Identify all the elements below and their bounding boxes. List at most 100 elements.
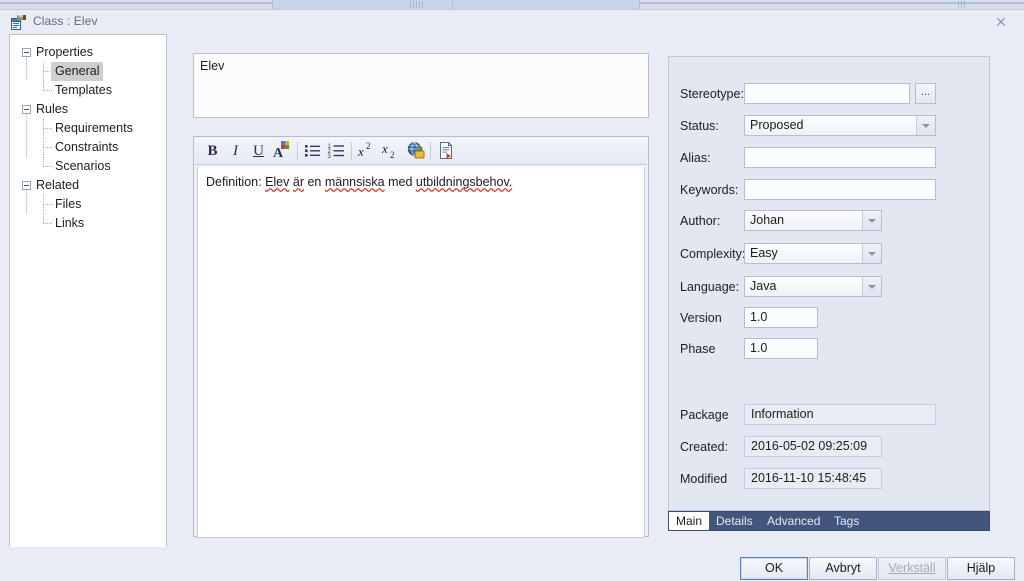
chevron-down-icon[interactable] xyxy=(916,116,935,135)
underline-icon[interactable]: U xyxy=(248,141,269,161)
notes-misspelled-word: utbildningsbehov. xyxy=(415,175,513,189)
class-diagram-icon xyxy=(11,15,27,30)
phase-label: Phase xyxy=(680,342,716,356)
status-dropdown[interactable]: Proposed xyxy=(744,115,936,136)
tree-connector xyxy=(43,147,53,148)
background-grip-icon xyxy=(410,1,424,8)
editor-toolbar: B I U A 1 2 3 x 2 x 2 xyxy=(195,138,647,165)
apply-button-label: Verkställ xyxy=(888,561,936,575)
tree-item-label: Requirements xyxy=(55,121,133,135)
stereotype-label: Stereotype: xyxy=(680,87,744,101)
properties-panel: Stereotype: ... Status: Proposed Alias: … xyxy=(668,56,990,511)
status-value: Proposed xyxy=(750,118,804,132)
tree-connector xyxy=(43,166,53,167)
tree-item-files[interactable]: Files xyxy=(10,195,166,214)
notes-misspelled-word: är xyxy=(292,175,304,189)
tree-item-properties[interactable]: Properties xyxy=(10,43,166,62)
chevron-down-icon[interactable] xyxy=(862,211,881,230)
dialog-titlebar: Class : Elev ✕ xyxy=(0,10,1024,34)
cancel-button[interactable]: Avbryt xyxy=(809,557,877,580)
tab-label: Main xyxy=(676,514,703,528)
tree-item-rules[interactable]: Rules xyxy=(10,100,166,119)
tab-tags[interactable]: Tags xyxy=(827,512,866,530)
dialog-title: Class : Elev xyxy=(33,14,98,28)
tab-details[interactable]: Details xyxy=(709,512,760,530)
language-dropdown[interactable]: Java xyxy=(744,276,882,297)
tree-item-related[interactable]: Related xyxy=(10,176,166,195)
tree-item-templates[interactable]: Templates xyxy=(10,81,166,100)
package-value: Information xyxy=(744,404,936,425)
author-dropdown[interactable]: Johan xyxy=(744,210,882,231)
collapse-icon[interactable] xyxy=(22,105,31,114)
class-name-field[interactable]: Elev xyxy=(193,53,649,118)
svg-text:2: 2 xyxy=(390,150,395,160)
notes-text-prefix: Definition: xyxy=(206,175,266,189)
keywords-label: Keywords: xyxy=(680,183,739,197)
dialog-footer: OK Avbryt Verkställ Hjälp xyxy=(0,547,1024,581)
status-label: Status: xyxy=(680,119,719,133)
navigation-tree-panel[interactable]: Properties General Templates Rules Requireme… xyxy=(9,34,167,548)
tree-connector xyxy=(26,57,27,81)
author-value: Johan xyxy=(750,213,785,227)
tab-main[interactable]: Main xyxy=(669,512,710,530)
keywords-input[interactable] xyxy=(744,179,936,200)
navigation-tree: Properties General Templates Rules Requireme… xyxy=(10,35,166,233)
toolbar-separator xyxy=(430,142,431,160)
modified-label: Modified xyxy=(680,472,728,486)
bullet-list-icon[interactable] xyxy=(302,141,323,161)
tree-item-links[interactable]: Links xyxy=(10,214,166,233)
subscript-icon[interactable]: x 2 xyxy=(381,141,402,161)
tab-label: Tags xyxy=(834,514,860,528)
version-label: Version xyxy=(680,311,722,325)
background-grip-icon xyxy=(958,1,966,8)
complexity-value: Easy xyxy=(750,246,778,260)
phase-input[interactable]: 1.0 xyxy=(744,338,818,359)
chevron-down-icon[interactable] xyxy=(862,244,881,263)
svg-text:x: x xyxy=(381,141,388,156)
notes-text-mid: en xyxy=(304,175,325,189)
toolbar-separator xyxy=(351,142,352,160)
numbered-list-icon[interactable]: 1 2 3 xyxy=(326,141,347,161)
font-color-icon[interactable]: A xyxy=(271,141,292,161)
tree-item-label: Scenarios xyxy=(55,159,111,173)
apply-button: Verkställ xyxy=(878,557,946,580)
tree-item-label: Files xyxy=(55,197,82,211)
collapse-icon[interactable] xyxy=(22,181,31,190)
tree-item-scenarios[interactable]: Scenarios xyxy=(10,157,166,176)
superscript-icon[interactable]: x 2 xyxy=(357,141,378,161)
tree-connector xyxy=(43,128,53,129)
bold-icon[interactable]: B xyxy=(202,141,223,161)
tab-advanced[interactable]: Advanced xyxy=(760,512,827,530)
screen: Class : Elev ✕ Properties General Template… xyxy=(0,0,1024,581)
alias-input[interactable] xyxy=(744,147,936,168)
tree-item-general[interactable]: General xyxy=(10,62,166,81)
insert-document-icon[interactable] xyxy=(436,141,457,161)
class-name-value: Elev xyxy=(200,59,225,73)
ok-button[interactable]: OK xyxy=(740,557,808,580)
stereotype-input[interactable] xyxy=(744,83,910,104)
chevron-down-icon[interactable] xyxy=(862,277,881,296)
tree-item-requirements[interactable]: Requirements xyxy=(10,119,166,138)
language-label: Language: xyxy=(680,280,740,294)
tree-item-label: General xyxy=(51,62,104,81)
close-icon[interactable]: ✕ xyxy=(992,13,1010,31)
tab-label: Details xyxy=(716,514,753,528)
background-toolbar-segment xyxy=(452,0,640,9)
help-button[interactable]: Hjälp xyxy=(947,557,1015,580)
tree-item-label: Rules xyxy=(36,102,68,116)
complexity-dropdown[interactable]: Easy xyxy=(744,243,882,264)
hyperlink-icon[interactable] xyxy=(405,141,426,161)
toolbar-separator xyxy=(297,142,298,160)
tree-item-constraints[interactable]: Constraints xyxy=(10,138,166,157)
language-value: Java xyxy=(750,279,777,293)
created-label: Created: xyxy=(680,440,728,454)
stereotype-browse-button[interactable]: ... xyxy=(915,83,936,104)
version-input[interactable]: 1.0 xyxy=(744,307,818,328)
collapse-icon[interactable] xyxy=(22,48,31,57)
tree-item-label: Properties xyxy=(36,45,93,59)
svg-text:2: 2 xyxy=(366,141,371,151)
notes-editor-text: Definition: Elev är en männsiska med utb… xyxy=(206,175,512,189)
italic-icon[interactable]: I xyxy=(225,141,246,161)
tree-connector xyxy=(43,223,53,224)
notes-editor-body[interactable]: Definition: Elev är en männsiska med utb… xyxy=(197,167,645,538)
